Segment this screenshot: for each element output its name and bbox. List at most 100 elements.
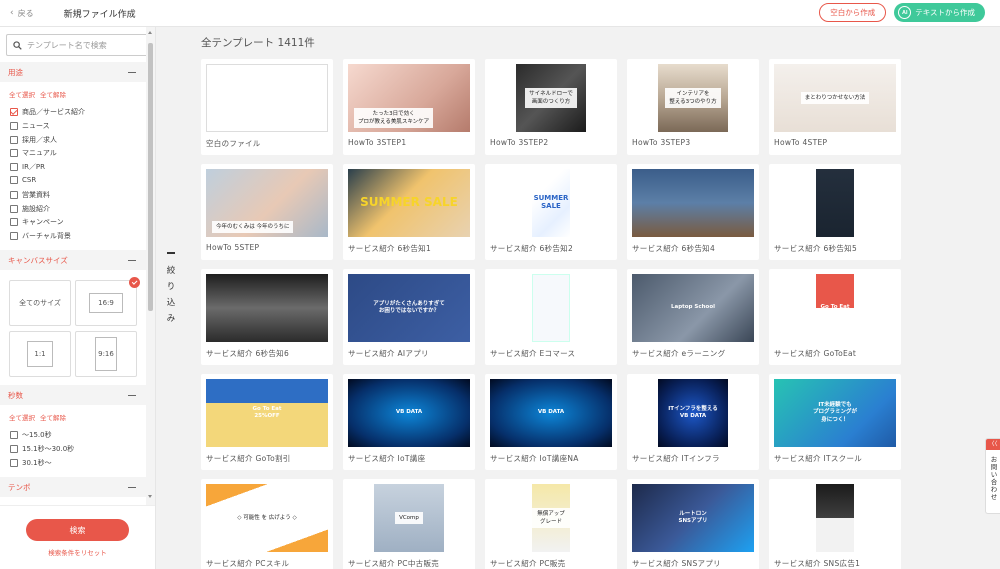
purpose-select-all-link[interactable]: 全て選択 <box>9 89 35 99</box>
collapse-icon[interactable] <box>128 71 136 73</box>
contact-tab[interactable]: 〈〈 お問い合わせ <box>985 438 1000 514</box>
checkbox[interactable] <box>10 149 18 158</box>
template-card[interactable]: サービス紹介 SNS広告1 <box>769 479 901 569</box>
purpose-option-label: マニュアル <box>22 149 57 158</box>
collapse-icon[interactable] <box>128 486 136 488</box>
checkbox[interactable] <box>10 218 18 227</box>
filter-sidebar: 用途 全て選択 全て解除 商品／サービス紹介ニュース採用／求人マニュアル IR／P… <box>0 27 156 569</box>
template-thumbnail-art: VComp <box>374 484 444 552</box>
template-name: サービス紹介 ITスクール <box>774 454 863 463</box>
create-from-blank-button[interactable]: 空白から作成 <box>819 3 887 22</box>
purpose-checkbox-row[interactable]: CSR <box>10 176 36 184</box>
template-card[interactable]: アプリがたくさんありすぎて お困りではないですか？ サービス紹介 AIアプリ <box>343 269 475 365</box>
purpose-checkbox-row[interactable]: 営業資料 <box>10 190 50 200</box>
checkbox[interactable] <box>10 163 18 172</box>
template-card[interactable]: VB DATA サービス紹介 IoT講座 <box>343 374 475 470</box>
template-card[interactable]: サイネルドローで 画面のつくり方 HowTo 3STEP2 <box>485 59 617 155</box>
canvas-size-section-title: キャンバスサイズ <box>8 255 68 265</box>
reset-filters-link[interactable]: 検索条件をリセット <box>0 547 155 557</box>
create-from-text-button[interactable]: AI テキストから作成 <box>894 3 985 22</box>
seconds-select-all-link[interactable]: 全て選択 <box>9 412 35 422</box>
sidebar-scrollbar[interactable] <box>146 27 155 505</box>
template-name: サービス紹介 PC中古販売 <box>348 559 440 568</box>
purpose-section-header[interactable]: 用途 <box>0 62 146 82</box>
template-thumbnail-art: ◇ 可能性 を 広げよう ◇ <box>206 484 328 552</box>
purpose-option-label: ニュース <box>22 121 50 130</box>
template-card[interactable]: サービス紹介 Eコマース <box>485 269 617 365</box>
template-card[interactable]: ルートロン SNSアプリ サービス紹介 SNSアプリ <box>627 479 759 569</box>
purpose-option-label: CSR <box>22 176 37 184</box>
template-card[interactable]: 無償アップグレード サービス紹介 PC販売 <box>485 479 617 569</box>
template-card[interactable]: サービス紹介 6秒告知6 <box>201 269 333 365</box>
template-card[interactable]: SUMMER SALE サービス紹介 6秒告知2 <box>485 164 617 260</box>
template-card[interactable]: たった3日で効く プロが教える美肌スキンケア HowTo 3STEP1 <box>343 59 475 155</box>
search-button[interactable]: 検索 <box>26 519 129 541</box>
purpose-checkbox-row[interactable]: 採用／求人 <box>10 135 57 145</box>
template-card[interactable]: ◇ 可能性 を 広げよう ◇ サービス紹介 PCスキル <box>201 479 333 569</box>
size-option-16-9[interactable]: 16:9 <box>75 277 140 326</box>
seconds-checkbox-row[interactable]: 15.1秒～30.0秒 <box>10 444 74 454</box>
purpose-checkbox-row[interactable]: 施設紹介 <box>10 204 50 214</box>
purpose-clear-all-link[interactable]: 全て解除 <box>40 89 66 99</box>
purpose-checkbox-row[interactable]: 商品／サービス紹介 <box>10 107 85 117</box>
seconds-checkbox-row[interactable]: ～15.0秒 <box>10 430 52 440</box>
checkbox[interactable] <box>10 176 18 184</box>
purpose-checkbox-row[interactable]: マニュアル <box>10 148 57 158</box>
size-option-9-16[interactable]: 9:16 <box>75 331 137 377</box>
purpose-checkbox-row[interactable]: ニュース <box>10 121 50 131</box>
tempo-section-header[interactable]: テンポ <box>0 477 146 497</box>
template-card[interactable]: VComp サービス紹介 PC中古販売 <box>343 479 475 569</box>
scrollbar-thumb[interactable] <box>148 43 153 311</box>
template-card[interactable]: Laptop School サービス紹介 eラーニング <box>627 269 759 365</box>
purpose-checkbox-row[interactable]: キャンペーン <box>10 217 64 227</box>
checkbox[interactable] <box>10 444 18 453</box>
template-card[interactable]: サービス紹介 6秒告知4 <box>627 164 759 260</box>
size-option-1-1[interactable]: 1:1 <box>9 331 71 377</box>
thumbnail-caption: まとわりつかせない方法 <box>800 92 870 104</box>
checkbox[interactable] <box>10 121 18 130</box>
checkbox-checked[interactable] <box>10 108 18 116</box>
template-search-box[interactable] <box>6 34 150 56</box>
back-button[interactable]: ‹ 戻る <box>10 8 34 19</box>
checkbox[interactable] <box>10 431 18 439</box>
scroll-down-arrow-icon[interactable] <box>148 495 152 498</box>
purpose-checkbox-row[interactable]: バーチャル背景 <box>10 231 71 241</box>
checkbox[interactable] <box>10 204 18 213</box>
size-option-label: 9:16 <box>95 337 117 371</box>
template-card[interactable]: インテリアを 整える3つのやり方 HowTo 3STEP3 <box>627 59 759 155</box>
checkbox[interactable] <box>10 458 18 467</box>
template-thumbnail: VB DATA <box>490 379 612 447</box>
scroll-up-arrow-icon[interactable] <box>148 31 152 34</box>
template-card[interactable]: SUMMER SALE サービス紹介 6秒告知1 <box>343 164 475 260</box>
template-card[interactable]: Go To Eat サービス紹介 GoToEat <box>769 269 901 365</box>
checkbox[interactable] <box>10 232 18 241</box>
template-search-input[interactable] <box>27 40 137 50</box>
seconds-clear-all-link[interactable]: 全て解除 <box>40 412 66 422</box>
collapse-icon[interactable] <box>128 394 136 396</box>
size-option-all[interactable]: 全てのサイズ <box>9 280 71 326</box>
purpose-checkbox-row[interactable]: IR／PR <box>10 162 45 172</box>
template-card[interactable]: IT未経験でも プログラミングが 身につく！ サービス紹介 ITスクール <box>769 374 901 470</box>
template-name: HowTo 4STEP <box>774 138 828 147</box>
template-card[interactable]: VB DATA サービス紹介 IoT講座NA <box>485 374 617 470</box>
collapse-icon[interactable] <box>128 259 136 261</box>
template-card[interactable]: まとわりつかせない方法 HowTo 4STEP <box>769 59 901 155</box>
template-card[interactable]: ITインフラを整える VB DATA サービス紹介 ITインフラ <box>627 374 759 470</box>
template-card[interactable]: 空白のファイル <box>201 59 333 155</box>
checkbox[interactable] <box>10 190 18 199</box>
template-card[interactable]: Go To Eat 25%OFF サービス紹介 GoTo割引 <box>201 374 333 470</box>
thumbnail-caption: サイネルドローで 画面のつくり方 <box>525 88 577 108</box>
canvas-size-section-header[interactable]: キャンバスサイズ <box>0 250 146 270</box>
checkbox[interactable] <box>10 135 18 144</box>
seconds-checkbox-row[interactable]: 30.1秒～ <box>10 458 52 468</box>
thumbnail-caption: 今年のむくみは 今年のうちに <box>212 221 294 233</box>
template-thumbnail-art: アプリがたくさんありすぎて お困りではないですか？ <box>348 274 470 342</box>
template-thumbnail: 無償アップグレード <box>490 484 612 552</box>
template-card[interactable]: 今年のむくみは 今年のうちに HowTo 5STEP <box>201 164 333 260</box>
template-thumbnail <box>632 169 754 237</box>
template-thumbnail <box>490 274 612 342</box>
template-card[interactable]: サービス紹介 6秒告知5 <box>769 164 901 260</box>
thumbnail-caption: Go To Eat 25%OFF <box>252 405 282 419</box>
filter-toggle-tab[interactable]: 絞 り 込 み <box>163 252 179 327</box>
seconds-section-header[interactable]: 秒数 <box>0 385 146 405</box>
